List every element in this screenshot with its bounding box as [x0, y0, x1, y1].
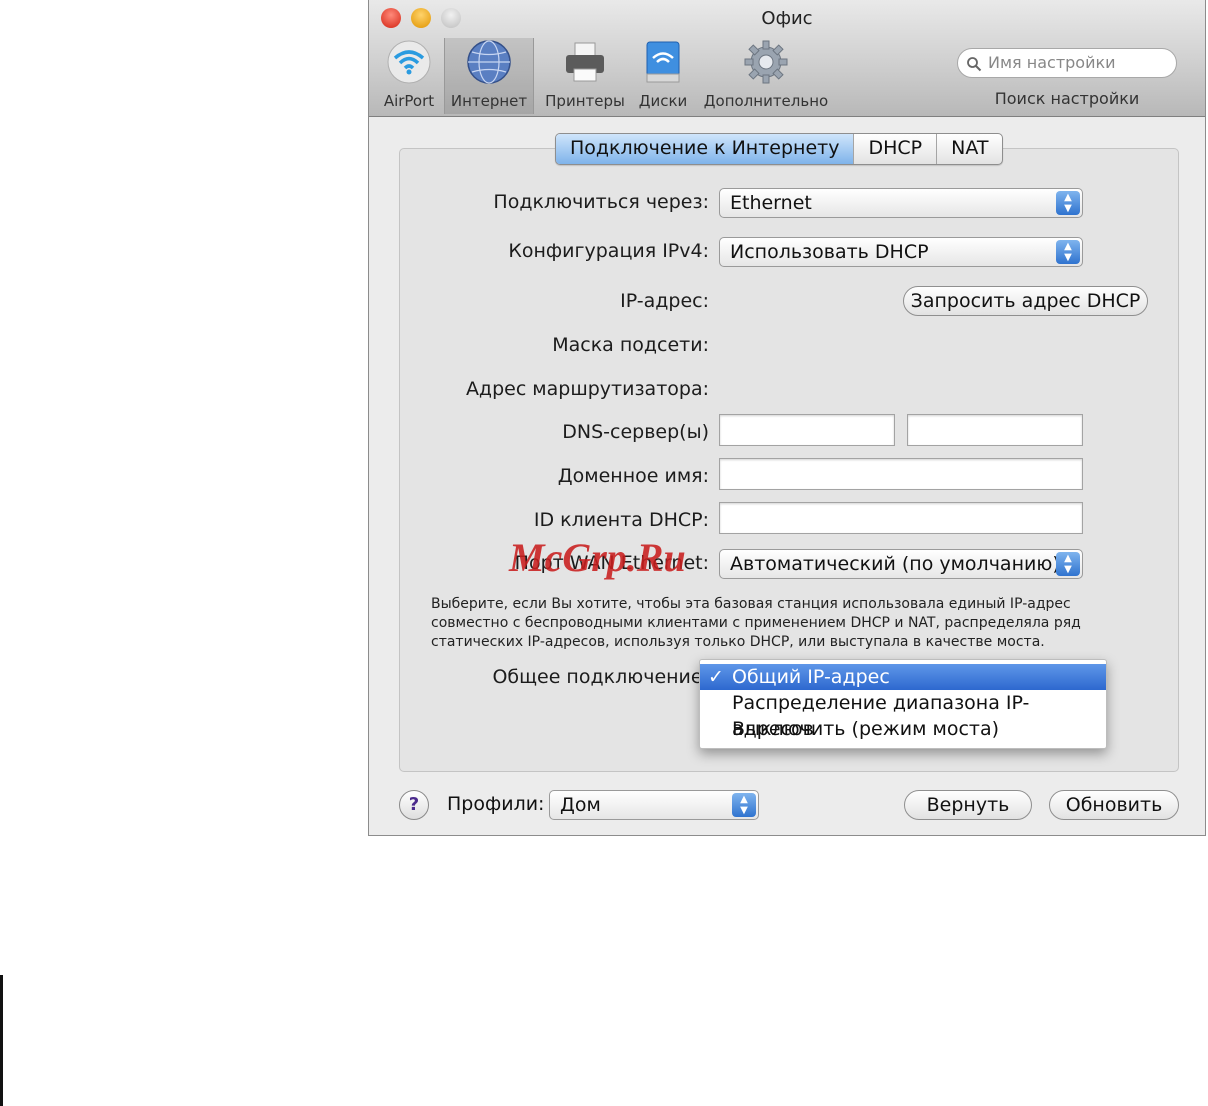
- airport-icon: [387, 40, 431, 84]
- toolbar-item-airport[interactable]: AirPort: [379, 38, 439, 110]
- connect-via-label: Подключиться через:: [493, 191, 709, 213]
- dns-server-2-field[interactable]: [907, 414, 1083, 446]
- renew-dhcp-button[interactable]: Запросить адрес DHCP: [903, 286, 1148, 316]
- toolbar-label-advanced: Дополнительно: [703, 92, 829, 110]
- subnet-mask-label: Маска подсети:: [552, 334, 709, 356]
- domain-name-label: Доменное имя:: [557, 465, 709, 487]
- ip-address-label: IP-адрес:: [620, 290, 709, 312]
- gear-icon: [744, 40, 788, 84]
- toolbar: Офис AirPort Интернет Принтеры Диски Доп…: [369, 0, 1205, 117]
- toolbar-item-advanced[interactable]: Дополнительно: [701, 38, 831, 110]
- toolbar-label-internet: Интернет: [450, 92, 528, 110]
- wan-port-value: Автоматический (по умолчанию): [730, 553, 1060, 575]
- ipv4-config-popup[interactable]: Использовать DHCP ▲ ▼: [719, 237, 1083, 267]
- router-address-label: Адрес маршрутизатора:: [465, 378, 709, 400]
- wan-port-popup[interactable]: Автоматический (по умолчанию) ▲ ▼: [719, 549, 1083, 579]
- popup-arrows-icon: ▲ ▼: [1056, 240, 1080, 264]
- dns-servers-label: DNS-сервер(ы): [562, 421, 709, 443]
- airport-utility-window: Офис AirPort Интернет Принтеры Диски Доп…: [368, 0, 1206, 836]
- toolbar-item-disks[interactable]: Диски: [635, 38, 691, 110]
- search-input[interactable]: Имя настройки: [957, 48, 1177, 78]
- dhcp-client-id-label: ID клиента DHCP:: [533, 509, 709, 531]
- internet-icon: [467, 40, 511, 84]
- profiles-value: Дом: [560, 794, 601, 816]
- popup-arrows-icon: ▲ ▼: [1056, 191, 1080, 215]
- search-icon: [967, 57, 982, 72]
- popup-arrows-icon: ▲ ▼: [732, 793, 756, 817]
- domain-name-field[interactable]: [719, 458, 1083, 490]
- connection-sharing-menu: ✓ Общий IP-адрес Распределение диапазона…: [699, 659, 1107, 749]
- profiles-label: Профили:: [447, 793, 545, 815]
- help-button[interactable]: ?: [399, 790, 429, 820]
- dhcp-client-id-field[interactable]: [719, 502, 1083, 534]
- search-label: Поиск настройки: [994, 89, 1140, 108]
- dns-server-1-field[interactable]: [719, 414, 895, 446]
- disk-icon: [646, 41, 680, 83]
- tab-nat[interactable]: NAT: [937, 134, 1002, 164]
- window-title: Офис: [761, 8, 813, 29]
- menu-item-distribute-range[interactable]: Распределение диапазона IP-адресов: [700, 690, 1106, 740]
- ipv4-config-label: Конфигурация IPv4:: [508, 240, 709, 262]
- tab-bar: Подключение к Интернету DHCP NAT: [555, 133, 1004, 165]
- revert-button[interactable]: Вернуть: [904, 790, 1032, 820]
- profiles-popup[interactable]: Дом ▲ ▼: [549, 790, 759, 820]
- toolbar-item-printers[interactable]: Принтеры: [541, 38, 629, 110]
- toolbar-item-internet[interactable]: Интернет: [447, 38, 531, 110]
- connect-via-value: Ethernet: [730, 192, 812, 214]
- tab-internet-connection[interactable]: Подключение к Интернету: [556, 134, 855, 164]
- menu-item-label: Выключить (режим моста): [732, 718, 1000, 740]
- update-button[interactable]: Обновить: [1049, 790, 1179, 820]
- printer-icon: [566, 42, 604, 82]
- popup-arrows-icon: ▲ ▼: [1056, 552, 1080, 576]
- tab-dhcp[interactable]: DHCP: [854, 134, 938, 164]
- page-margin-line: [0, 975, 3, 1106]
- connection-sharing-label: Общее подключение:: [492, 666, 709, 688]
- menu-item-bridge-mode[interactable]: Выключить (режим моста): [700, 716, 1106, 742]
- ipv4-config-value: Использовать DHCP: [730, 241, 929, 263]
- watermark: McGrp.Ru: [509, 535, 686, 580]
- sharing-description: Выберите, если Вы хотите, чтобы эта базо…: [431, 596, 1081, 650]
- toolbar-label-printers: Принтеры: [545, 92, 625, 110]
- toolbar-label-disks: Диски: [638, 92, 688, 110]
- checkmark-icon: ✓: [708, 666, 724, 688]
- toolbar-label-airport: AirPort: [383, 92, 435, 110]
- menu-item-label: Общий IP-адрес: [732, 666, 890, 688]
- menu-item-shared-ip[interactable]: ✓ Общий IP-адрес: [700, 664, 1106, 690]
- connect-via-popup[interactable]: Ethernet ▲ ▼: [719, 188, 1083, 218]
